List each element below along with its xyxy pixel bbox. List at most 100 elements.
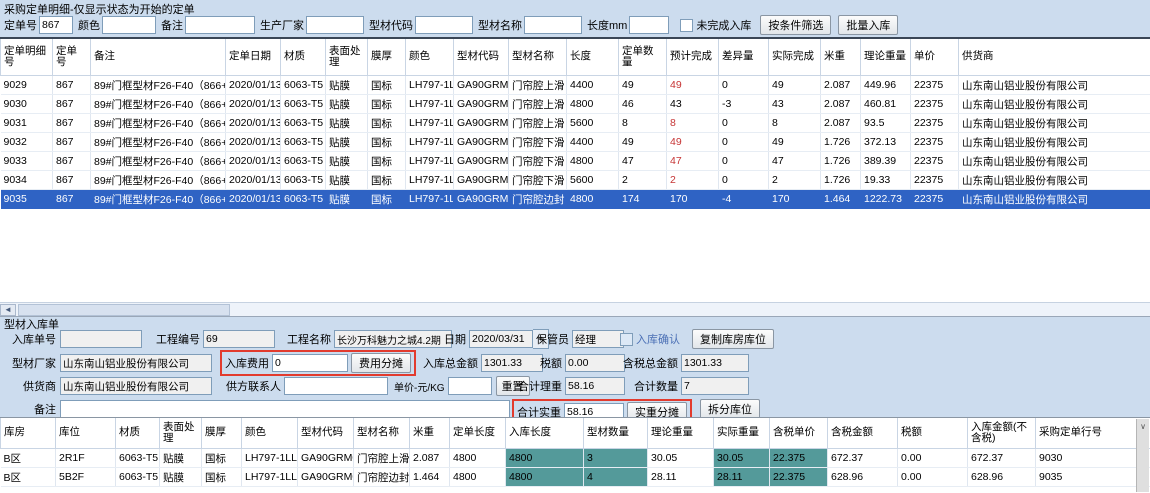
- incomplete-inbound-checkbox[interactable]: [680, 19, 693, 32]
- cell: 867: [53, 133, 91, 152]
- cell: 贴膜: [160, 468, 202, 487]
- column-header[interactable]: 材质: [281, 39, 326, 76]
- table-row[interactable]: 903586789#门框型材F26-F40（866+867）2020/01/13…: [1, 190, 1150, 209]
- column-header[interactable]: 定单日期: [226, 39, 281, 76]
- column-header[interactable]: 库房: [1, 418, 56, 449]
- fee-input[interactable]: [272, 354, 348, 372]
- column-header[interactable]: 税额: [898, 418, 968, 449]
- remark-input[interactable]: [60, 400, 510, 418]
- column-header[interactable]: 膜厚: [368, 39, 406, 76]
- column-header[interactable]: 材质: [116, 418, 160, 449]
- cell: 6063-T5: [281, 114, 326, 133]
- cell: 170: [667, 190, 719, 209]
- column-header[interactable]: 单价: [911, 39, 959, 76]
- factory-input[interactable]: [60, 354, 212, 372]
- column-header[interactable]: 库位: [56, 418, 116, 449]
- cell: 28.11: [648, 468, 714, 487]
- column-header[interactable]: 差异量: [719, 39, 769, 76]
- column-header[interactable]: 颜色: [406, 39, 454, 76]
- column-header[interactable]: 实际重量: [714, 418, 770, 449]
- supplier-contact-input[interactable]: [284, 377, 388, 395]
- filter-input-2[interactable]: [102, 16, 156, 34]
- date-input[interactable]: [469, 330, 533, 348]
- column-header[interactable]: 颜色: [242, 418, 298, 449]
- column-header[interactable]: 含税单价: [770, 418, 828, 449]
- column-header[interactable]: 定单长度: [450, 418, 506, 449]
- column-header[interactable]: 入库长度: [506, 418, 584, 449]
- column-header[interactable]: 膜厚: [202, 418, 242, 449]
- column-header[interactable]: 米重: [410, 418, 450, 449]
- table-row[interactable]: B区∨5B2F∨6063-T5贴膜国标LH797-1LL0GA90GRM05门帘…: [1, 468, 1150, 487]
- total-qty-input[interactable]: [681, 377, 749, 395]
- column-header[interactable]: 备注: [91, 39, 226, 76]
- cell: 6063-T5: [116, 449, 160, 468]
- cell: 449.96: [861, 76, 911, 95]
- scroll-left-icon[interactable]: ◄: [0, 304, 16, 316]
- cell: 贴膜: [326, 76, 368, 95]
- tax-total-input[interactable]: [681, 354, 749, 372]
- column-header[interactable]: 型材代码: [298, 418, 354, 449]
- table-row[interactable]: 903386789#门框型材F26-F40（866+867）2020/01/13…: [1, 152, 1150, 171]
- column-header[interactable]: 型材名称: [509, 39, 567, 76]
- column-header[interactable]: 表面处理: [160, 418, 202, 449]
- column-header[interactable]: 含税金额: [828, 418, 898, 449]
- cell: GA90GRM05: [298, 468, 354, 487]
- keeper-input[interactable]: [572, 330, 624, 348]
- supplier-input[interactable]: [60, 377, 212, 395]
- column-header[interactable]: 定单数量: [619, 39, 667, 76]
- project-no-input[interactable]: [203, 330, 275, 348]
- column-header[interactable]: 长度: [567, 39, 619, 76]
- filter-by-condition-button[interactable]: 按条件筛选: [760, 15, 831, 35]
- split-location-button[interactable]: 拆分库位: [700, 399, 760, 419]
- filter-input-7[interactable]: [629, 16, 669, 34]
- dropdown-cell[interactable]: B区∨: [1, 468, 56, 487]
- column-header[interactable]: 理论重量: [648, 418, 714, 449]
- column-header[interactable]: 型材名称: [354, 418, 410, 449]
- column-header[interactable]: 入库金额(不含税): [968, 418, 1036, 449]
- dropdown-cell[interactable]: B区∨: [1, 449, 56, 468]
- horizontal-scrollbar[interactable]: ◄: [0, 302, 1150, 316]
- filter-input-1[interactable]: [39, 16, 73, 34]
- column-header[interactable]: 表面处理: [326, 39, 368, 76]
- table-row[interactable]: B区∨2R1F∨6063-T5贴膜国标LH797-1LL0GA90GRM03门帘…: [1, 449, 1150, 468]
- cell: 22.375: [770, 468, 828, 487]
- column-header[interactable]: 理论重量: [861, 39, 911, 76]
- column-header[interactable]: 供货商: [959, 39, 1150, 76]
- cell: LH797-1LL0: [406, 152, 454, 171]
- scrollbar-thumb[interactable]: [18, 304, 230, 316]
- table-row[interactable]: 903186789#门框型材F26-F40（866+867）2020/01/13…: [1, 114, 1150, 133]
- column-header[interactable]: 预计完成: [667, 39, 719, 76]
- inbound-no-input[interactable]: [60, 330, 142, 348]
- filter-input-4[interactable]: [306, 16, 364, 34]
- filter-input-6[interactable]: [524, 16, 582, 34]
- filter-input-5[interactable]: [415, 16, 473, 34]
- column-header[interactable]: 型材代码: [454, 39, 509, 76]
- cell: 国标: [368, 171, 406, 190]
- inbound-confirm-checkbox[interactable]: [620, 333, 633, 346]
- copy-warehouse-location-button[interactable]: 复制库房库位: [692, 329, 774, 349]
- table-row[interactable]: 903286789#门框型材F26-F40（866+867）2020/01/13…: [1, 133, 1150, 152]
- column-header[interactable]: 米重: [821, 39, 861, 76]
- column-header[interactable]: 采购定单行号: [1036, 418, 1150, 449]
- dropdown-cell[interactable]: 2R1F∨: [56, 449, 116, 468]
- column-header[interactable]: 实际完成: [769, 39, 821, 76]
- table-row[interactable]: 902986789#门框型材F26-F40（866+867）2020/01/13…: [1, 76, 1150, 95]
- table-row[interactable]: 903486789#门框型材F26-F40（866+867）2020/01/13…: [1, 171, 1150, 190]
- fee-split-button[interactable]: 费用分摊: [351, 353, 411, 373]
- unit-price-input[interactable]: [448, 377, 492, 395]
- column-header[interactable]: 型材数量: [584, 418, 648, 449]
- cell: 43: [667, 95, 719, 114]
- cell: 国标: [368, 76, 406, 95]
- dropdown-cell[interactable]: 5B2F∨: [56, 468, 116, 487]
- project-name-input[interactable]: [334, 330, 452, 348]
- table-row[interactable]: 903086789#门框型材F26-F40（866+867）2020/01/13…: [1, 95, 1150, 114]
- column-header[interactable]: 定单明细号: [1, 39, 53, 76]
- theory-weight-input[interactable]: [565, 377, 625, 395]
- unit-price-group: 单价-元/KG: [394, 377, 492, 395]
- batch-inbound-button[interactable]: 批量入库: [838, 15, 898, 35]
- cell: 9030: [1036, 449, 1150, 468]
- filter-input-3[interactable]: [185, 16, 255, 34]
- column-header[interactable]: 定单号: [53, 39, 91, 76]
- tax-input[interactable]: [565, 354, 625, 372]
- cell: 4800: [506, 449, 584, 468]
